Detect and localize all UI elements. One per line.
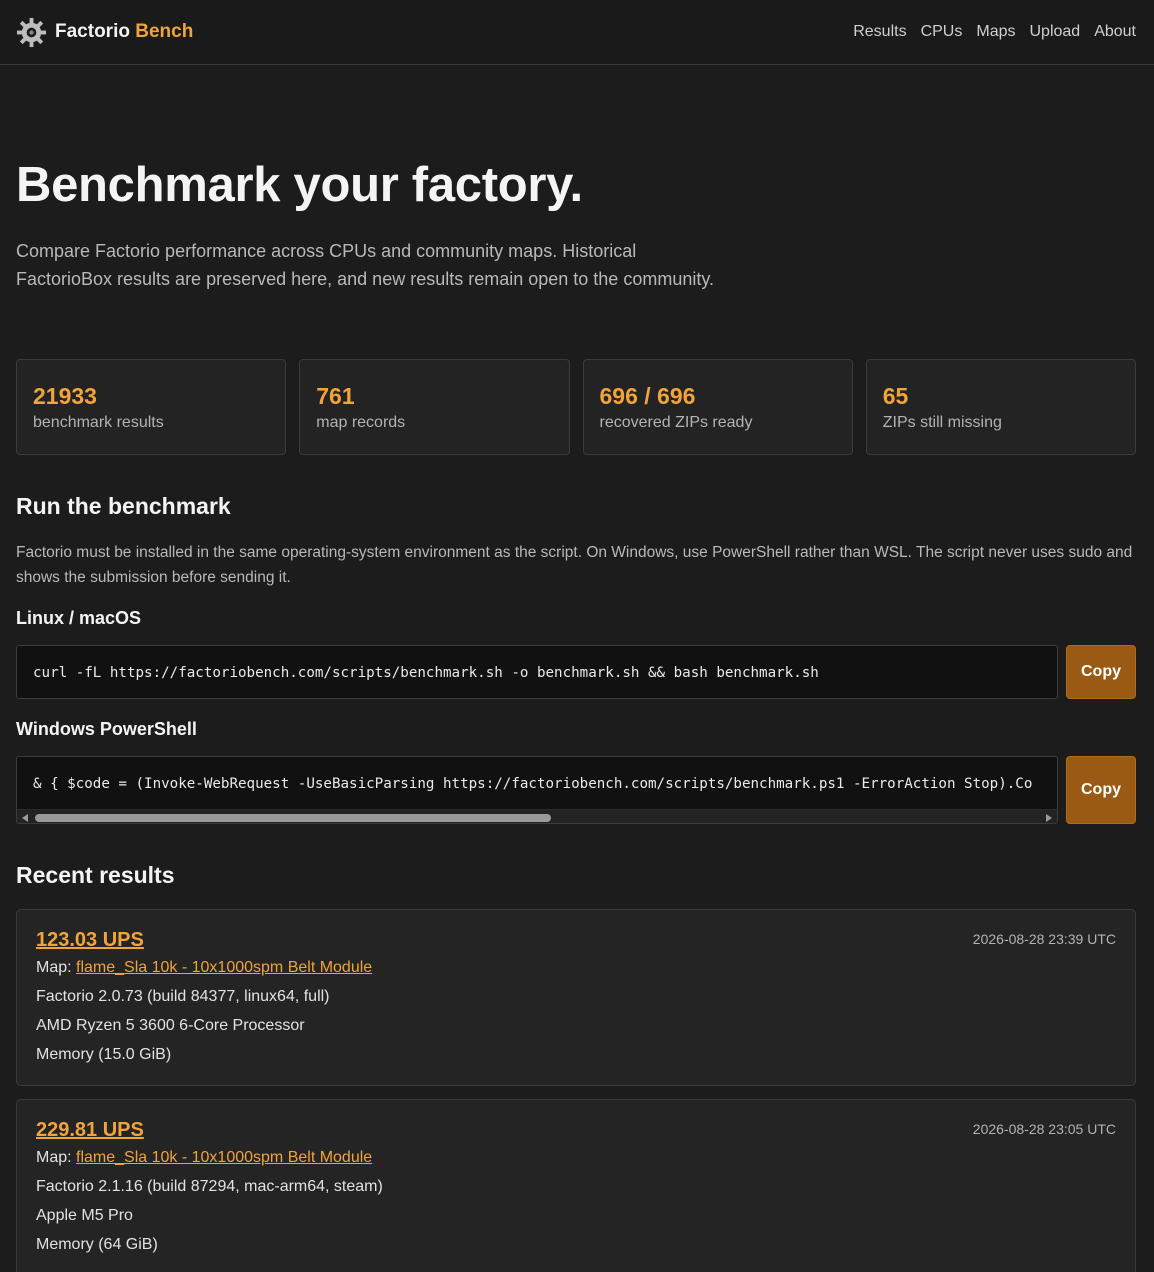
brand-name: Factorio Bench bbox=[55, 21, 194, 42]
linux-heading: Linux / macOS bbox=[16, 608, 142, 628]
main-nav: Results CPUs Maps Upload About bbox=[853, 23, 1136, 41]
copy-linux-button[interactable]: Copy bbox=[1066, 645, 1136, 699]
run-section-title: Run the benchmark bbox=[16, 493, 231, 519]
stat-value: 65 bbox=[882, 383, 909, 409]
stat-value: 21933 bbox=[33, 383, 97, 409]
result-map-link[interactable]: flame_Sla 10k - 10x1000spm Belt Module bbox=[76, 1149, 372, 1166]
nav-maps[interactable]: Maps bbox=[976, 23, 1015, 41]
windows-command-row: & { $code = (Invoke-WebRequest -UseBasic… bbox=[16, 756, 1136, 824]
main-content: Benchmark your factory. Compare Factorio… bbox=[0, 157, 1154, 1272]
hero-subtitle: Compare Factorio performance across CPUs… bbox=[16, 241, 715, 289]
stat-card-zips-ready: 696 / 696 recovered ZIPs ready bbox=[582, 359, 853, 455]
scroll-right-arrow-icon[interactable] bbox=[1046, 814, 1052, 822]
run-description: Factorio must be installed in the same o… bbox=[16, 544, 1133, 586]
result-memory: Memory (64 GiB) bbox=[36, 1236, 158, 1253]
result-card: 123.03 UPS 2026-08-28 23:39 UTC Map: fla… bbox=[16, 909, 1136, 1086]
top-navbar: Factorio Bench Results CPUs Maps Upload … bbox=[0, 0, 1154, 65]
windows-heading: Windows PowerShell bbox=[16, 719, 197, 739]
stat-label: ZIPs still missing bbox=[882, 414, 1002, 431]
stat-label: map records bbox=[316, 414, 406, 431]
result-map-link[interactable]: flame_Sla 10k - 10x1000spm Belt Module bbox=[76, 959, 372, 976]
stat-value: 761 bbox=[316, 383, 355, 409]
nav-about[interactable]: About bbox=[1094, 23, 1136, 41]
result-cpu: Apple M5 Pro bbox=[36, 1207, 133, 1224]
result-ups-link[interactable]: 229.81 UPS bbox=[36, 1117, 144, 1143]
stats-row: 21933 benchmark results 761 map records … bbox=[16, 359, 1136, 455]
result-memory: Memory (15.0 GiB) bbox=[36, 1046, 172, 1063]
nav-upload[interactable]: Upload bbox=[1029, 23, 1080, 41]
map-prefix: Map: bbox=[36, 959, 77, 976]
nav-cpus[interactable]: CPUs bbox=[921, 23, 963, 41]
windows-command-text[interactable]: & { $code = (Invoke-WebRequest -UseBasic… bbox=[17, 757, 1057, 809]
stat-card-results: 21933 benchmark results bbox=[16, 359, 287, 455]
stat-card-zips-missing: 65 ZIPs still missing bbox=[865, 359, 1136, 455]
linux-command-text[interactable]: curl -fL https://factoriobench.com/scrip… bbox=[17, 646, 1057, 698]
stat-value: 696 / 696 bbox=[599, 383, 696, 409]
result-cpu: AMD Ryzen 5 3600 6-Core Processor bbox=[36, 1017, 305, 1034]
linux-command-box[interactable]: curl -fL https://factoriobench.com/scrip… bbox=[16, 645, 1058, 699]
scroll-thumb[interactable] bbox=[35, 814, 551, 822]
result-map-line: Map: flame_Sla 10k - 10x1000spm Belt Mod… bbox=[36, 1143, 1116, 1172]
result-card: 229.81 UPS 2026-08-28 23:05 UTC Map: fla… bbox=[16, 1099, 1136, 1272]
windows-command-box[interactable]: & { $code = (Invoke-WebRequest -UseBasic… bbox=[16, 756, 1058, 824]
brand-accent: Bench bbox=[135, 21, 194, 42]
scroll-left-arrow-icon[interactable] bbox=[22, 814, 28, 822]
stat-label: benchmark results bbox=[33, 414, 164, 431]
brand-logo-link[interactable]: Factorio Bench bbox=[16, 17, 193, 48]
result-date: 2026-08-28 23:39 UTC bbox=[972, 931, 1116, 947]
result-ups-link[interactable]: 123.03 UPS bbox=[36, 927, 144, 953]
result-factorio-version: Factorio 2.0.73 (build 84377, linux64, f… bbox=[36, 988, 330, 1005]
horizontal-scrollbar[interactable] bbox=[17, 809, 1057, 823]
stat-label: recovered ZIPs ready bbox=[599, 414, 753, 431]
result-factorio-version: Factorio 2.1.16 (build 87294, mac-arm64,… bbox=[36, 1178, 383, 1195]
result-date: 2026-08-28 23:05 UTC bbox=[972, 1121, 1116, 1137]
result-map-line: Map: flame_Sla 10k - 10x1000spm Belt Mod… bbox=[36, 953, 1116, 982]
linux-command-row: curl -fL https://factoriobench.com/scrip… bbox=[16, 645, 1136, 699]
gear-icon bbox=[16, 17, 47, 47]
recent-results-title: Recent results bbox=[16, 862, 175, 888]
stat-card-maps: 761 map records bbox=[299, 359, 570, 455]
hero-title: Benchmark your factory. bbox=[16, 158, 583, 212]
nav-results[interactable]: Results bbox=[853, 23, 906, 41]
map-prefix: Map: bbox=[36, 1149, 77, 1166]
copy-windows-button[interactable]: Copy bbox=[1066, 756, 1136, 824]
